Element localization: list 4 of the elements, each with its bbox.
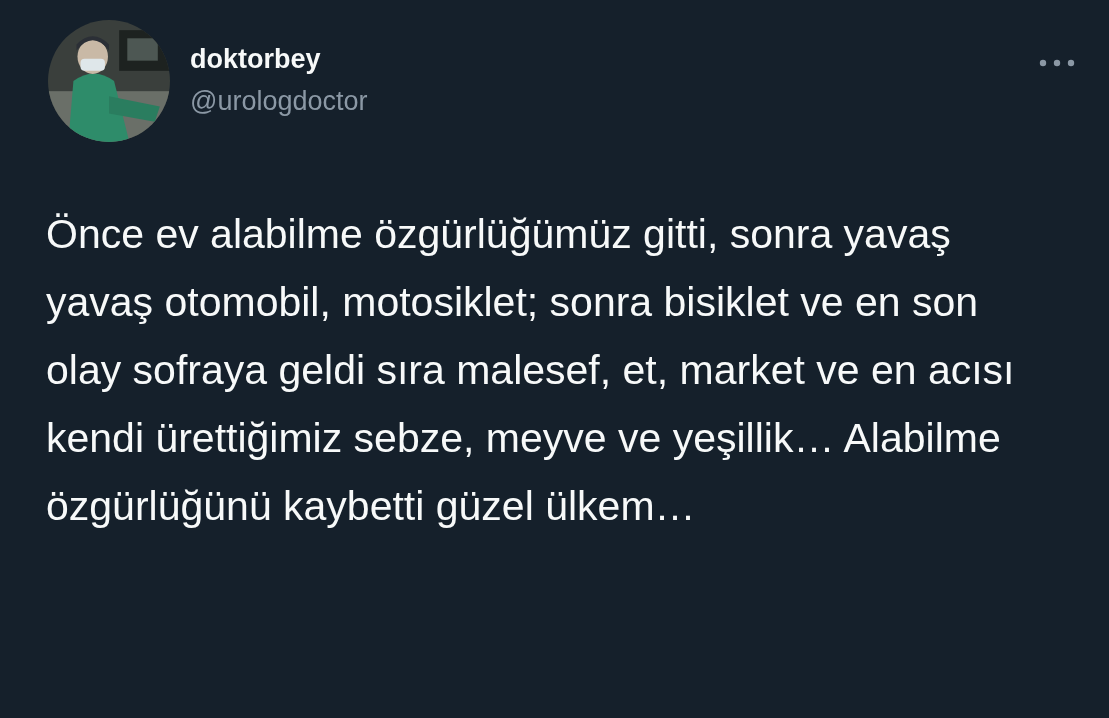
user-handle[interactable]: @urologdoctor [190,84,368,118]
user-name[interactable]: doktorbey [190,42,368,76]
more-options-icon[interactable] [1039,58,1075,68]
tweet-text: Önce ev alabilme özgürlüğümüz gitti, sonra yavaş yavaş otomobil, motosiklet; sonra bisiklet ve en son olay sofraya geldi sıra malesef, et, market ve en acısı kendi ürettiğimiz sebze, meyve ve yeşillik… Alabilme özgürlüğünü kaybetti güzel ülkem… [46,210,1016,531]
